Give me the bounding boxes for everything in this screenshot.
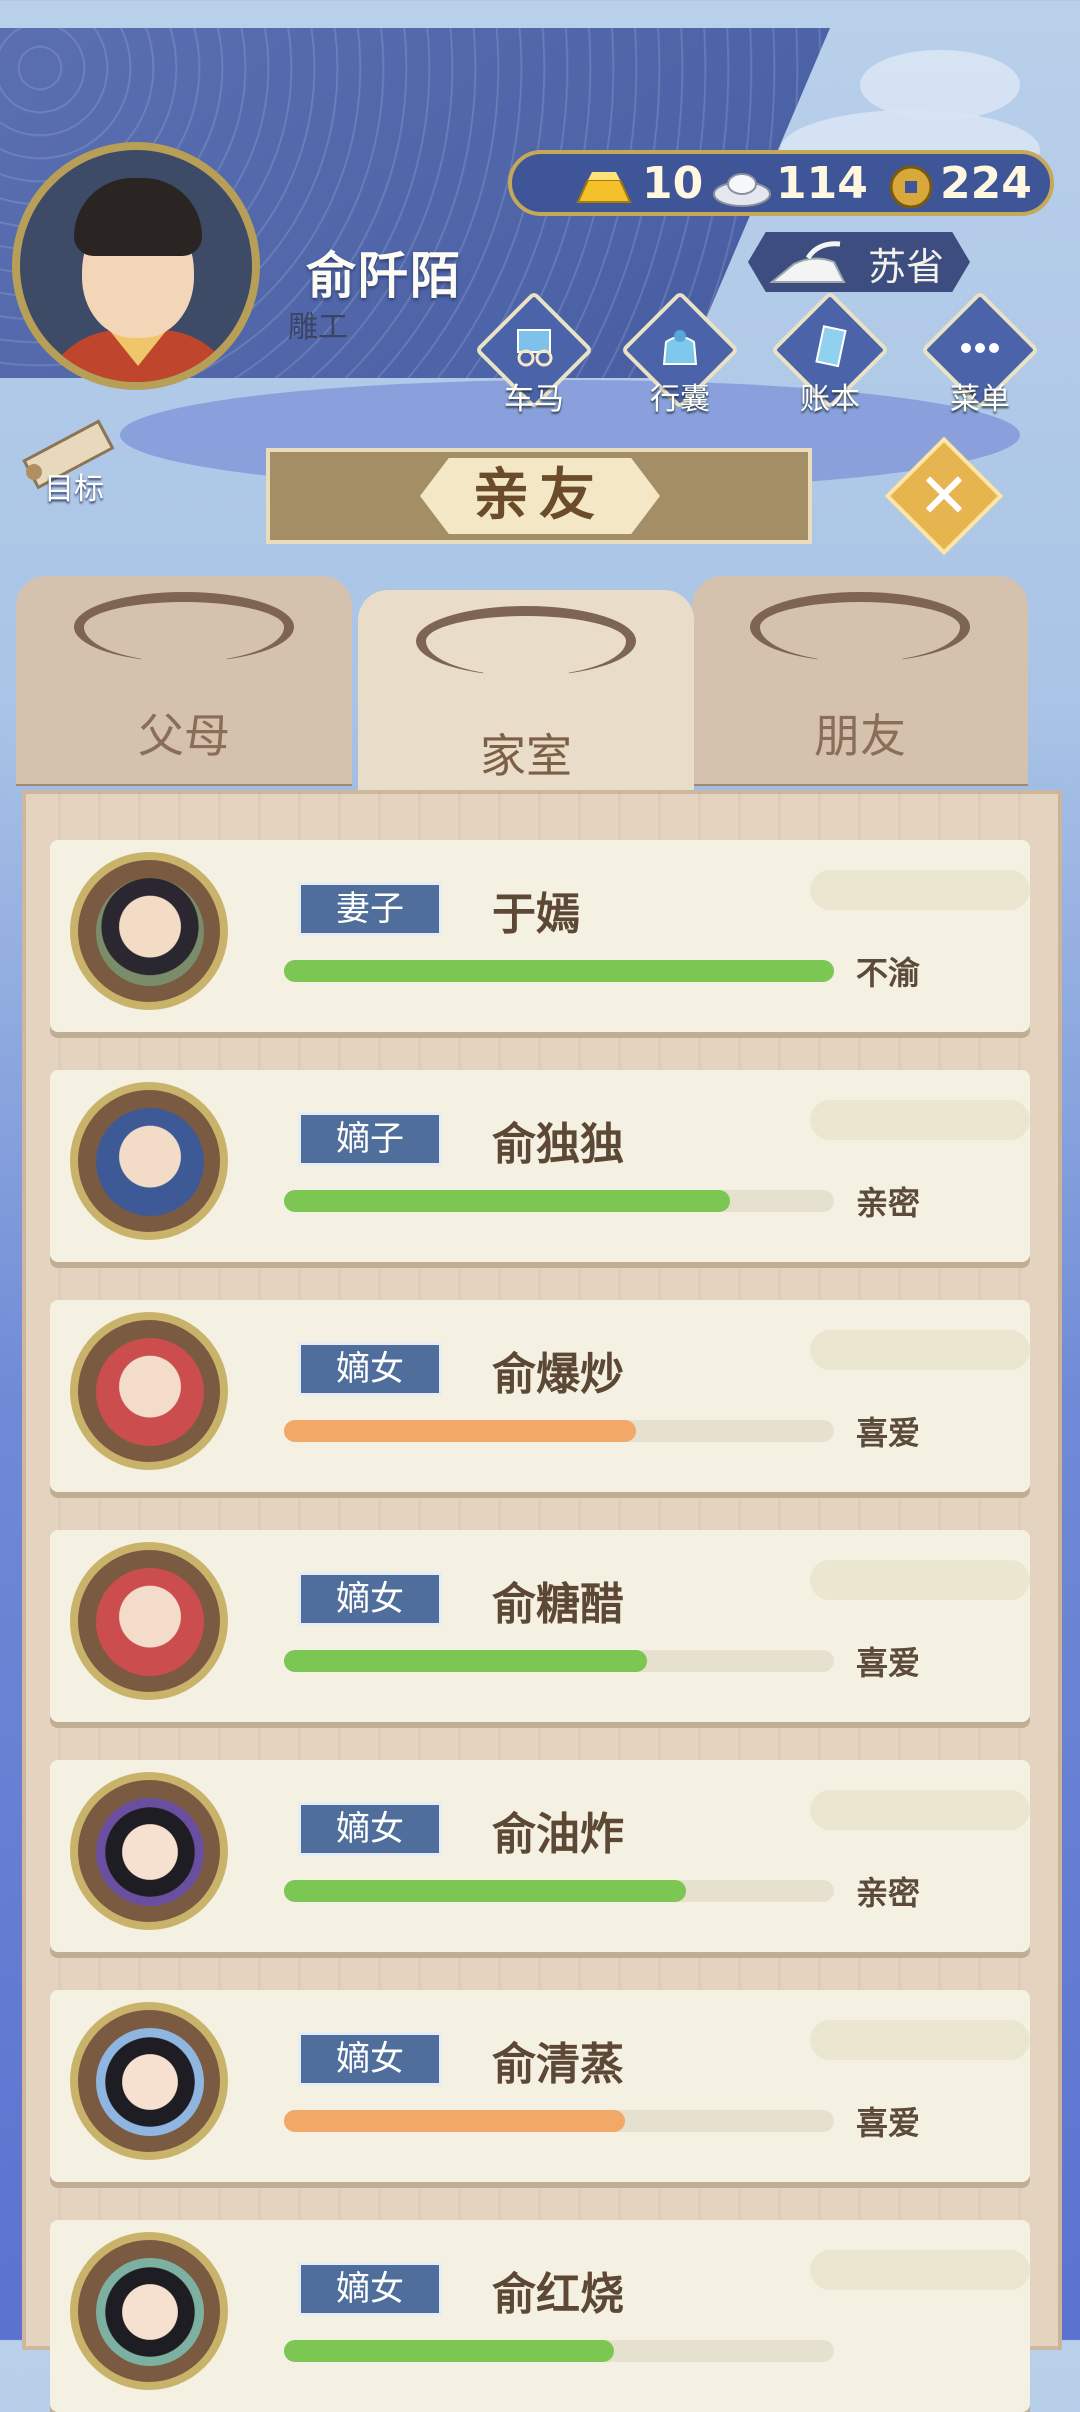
tab-family[interactable]: 家室: [358, 590, 694, 800]
daughter-portrait: [96, 2028, 204, 2136]
carriage-button[interactable]: 车马: [474, 290, 594, 417]
affection-bar: [284, 1420, 834, 1442]
relationship-status: 喜爱: [856, 1414, 921, 1452]
more-icon: [961, 343, 999, 353]
player-avatar[interactable]: [12, 142, 260, 390]
relationship-status: 亲密: [856, 1184, 921, 1222]
role-badge: 嫡女: [298, 2262, 442, 2316]
member-name: 俞红烧: [492, 2269, 624, 2320]
affection-bar: [284, 2340, 834, 2362]
member-name: 俞油炸: [492, 1809, 624, 1860]
iron-icon: [769, 241, 846, 283]
role-badge: 嫡女: [298, 2032, 442, 2086]
daughter-portrait: [96, 1798, 204, 1906]
affection-bar: [284, 960, 834, 982]
avatar-hair: [74, 178, 202, 256]
wife-portrait: [96, 878, 204, 986]
affection-fill: [284, 960, 834, 982]
cloud-ornament-icon: [74, 592, 294, 662]
member-name: 俞糖醋: [492, 1579, 624, 1630]
gold-count: 10: [642, 158, 704, 209]
affection-bar: [284, 1880, 834, 1902]
bag-icon: [662, 330, 698, 365]
cloud-swirl: [810, 1100, 1030, 1140]
list-item[interactable]: 嫡女 俞油炸 亲密: [50, 1760, 1030, 1952]
affection-bar: [284, 1190, 834, 1212]
cloud-ornament-icon: [750, 592, 970, 662]
relationship-status: 亲密: [856, 1874, 921, 1912]
affection-fill: [284, 2340, 614, 2362]
cloud-decoration: [860, 50, 1020, 120]
bag-button[interactable]: 行囊: [620, 290, 740, 417]
son-portrait: [96, 1108, 204, 1216]
cloud-ornament-icon: [416, 606, 636, 676]
daughter-portrait: [96, 1338, 204, 1446]
list-item[interactable]: 嫡子 俞独独 亲密: [50, 1070, 1030, 1262]
goal-label: 目标: [44, 472, 104, 507]
copper-coin-icon: [889, 165, 933, 209]
menu-button[interactable]: 菜单: [920, 290, 1040, 417]
ledger-button[interactable]: 账本: [770, 290, 890, 417]
affection-fill: [284, 1420, 636, 1442]
member-name: 俞清蒸: [492, 2039, 624, 2090]
ledger-icon: [815, 325, 847, 368]
cloud-swirl: [810, 1790, 1030, 1830]
tab-parents[interactable]: 父母: [16, 576, 352, 786]
affection-bar: [284, 2110, 834, 2132]
tab-friends[interactable]: 朋友: [692, 576, 1028, 786]
page-title: 亲友: [473, 463, 605, 528]
member-name: 俞爆炒: [492, 1349, 624, 1400]
relationship-status: 不渝: [856, 954, 921, 992]
player-title: 雕工: [288, 310, 348, 345]
list-item[interactable]: 嫡女 俞清蒸 喜爱: [50, 1990, 1030, 2182]
tab-label: 家室: [480, 729, 572, 783]
list-item[interactable]: 嫡女 俞糖醋 喜爱: [50, 1530, 1030, 1722]
role-badge: 嫡女: [298, 1342, 442, 1396]
role-badge: 嫡女: [298, 1572, 442, 1626]
relationship-status: 喜爱: [856, 2104, 921, 2142]
province-label: 苏省: [868, 245, 945, 289]
role-badge: 嫡女: [298, 1802, 442, 1856]
affection-bar: [284, 1650, 834, 1672]
close-icon[interactable]: ✕: [902, 454, 986, 538]
silver-count: 114: [776, 158, 868, 209]
cloud-swirl: [810, 2020, 1030, 2060]
cloud-swirl: [810, 2250, 1030, 2290]
cloud-swirl: [810, 870, 1030, 910]
affection-fill: [284, 1650, 647, 1672]
bag-label: 行囊: [650, 382, 710, 417]
ledger-label: 账本: [800, 382, 860, 417]
carriage-icon: [517, 329, 553, 367]
daughter-portrait: [96, 1568, 204, 1676]
relationship-status: 喜爱: [856, 1644, 921, 1682]
affection-fill: [284, 2110, 625, 2132]
carriage-label: 车马: [504, 382, 564, 417]
currency-bar: 10 114 224: [508, 150, 1054, 216]
player-name: 俞阡陌: [306, 247, 462, 305]
member-name: 俞独独: [492, 1119, 624, 1170]
tab-label: 父母: [138, 709, 230, 763]
role-badge: 嫡子: [298, 1112, 442, 1166]
menu-label: 菜单: [950, 382, 1010, 417]
copper-count: 224: [940, 158, 1032, 209]
affection-fill: [284, 1190, 730, 1212]
cloud-swirl: [810, 1330, 1030, 1370]
silver-ingot-icon: [713, 173, 771, 207]
gold-ingot-icon: [576, 172, 632, 203]
list-item[interactable]: 嫡女 俞红烧: [50, 2220, 1030, 2412]
tab-label: 朋友: [814, 709, 906, 763]
affection-fill: [284, 1880, 686, 1902]
list-item[interactable]: 嫡女 俞爆炒 喜爱: [50, 1300, 1030, 1492]
daughter-portrait: [96, 2258, 204, 2366]
cloud-swirl: [810, 1560, 1030, 1600]
member-name: 于嫣: [492, 889, 580, 940]
list-item[interactable]: 妻子 于嫣 不渝: [50, 840, 1030, 1032]
role-badge: 妻子: [298, 882, 442, 936]
